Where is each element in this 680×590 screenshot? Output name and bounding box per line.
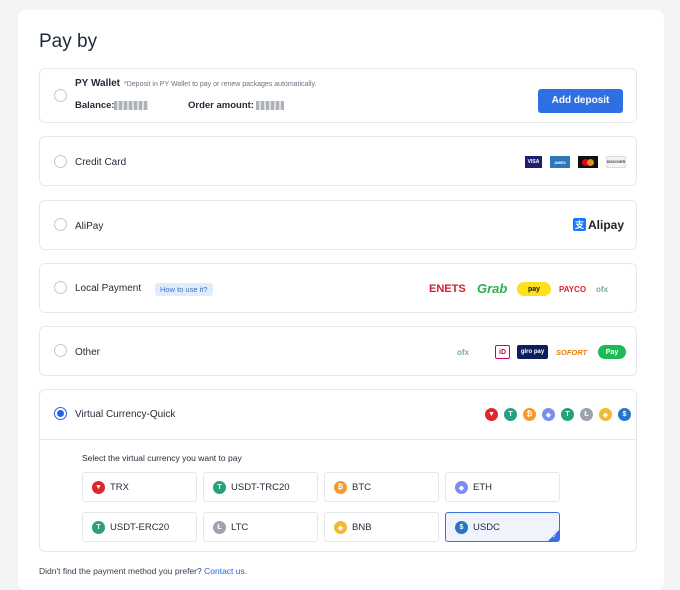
usdc-icon: $ [618, 408, 631, 421]
radio-local-payment[interactable] [54, 281, 67, 294]
wechat-pay-logo: Pay [598, 345, 626, 359]
radio-credit-card[interactable] [54, 155, 67, 168]
payco-logo: PAYCO [559, 284, 587, 294]
footer-note: Didn't find the payment method you prefe… [39, 566, 247, 576]
radio-alipay[interactable] [54, 218, 67, 231]
add-deposit-button[interactable]: Add deposit [538, 89, 623, 113]
ltc-icon: Ł [580, 408, 593, 421]
option-other[interactable]: Other ofx iD giro pay SOFORT Pay [39, 326, 637, 376]
coin-label: ETH [473, 482, 492, 493]
virtual-currency-hint: Select the virtual currency you want to … [82, 453, 242, 463]
coin-option-trx[interactable]: ▼ TRX [82, 472, 197, 502]
bnb-icon: ◆ [599, 408, 612, 421]
option-py-wallet[interactable]: PY Wallet *Deposit in PY Wallet to pay o… [39, 68, 637, 123]
coin-label: BTC [352, 482, 371, 493]
ofx-logo: ofx [596, 284, 608, 294]
option-virtual-currency[interactable]: Virtual Currency-Quick ▼ T ₿ ◆ T Ł ◆ $ S… [39, 389, 637, 552]
coin-label: USDT-ERC20 [110, 522, 170, 533]
usdt-icon: T [504, 408, 517, 421]
trx-icon: ▼ [485, 408, 498, 421]
usdt-icon: T [213, 481, 226, 494]
other-label: Other [75, 347, 101, 358]
coin-label: USDC [473, 522, 500, 533]
coin-label: TRX [110, 482, 129, 493]
check-icon: ✓ [551, 534, 557, 540]
wallet-note: *Deposit in PY Wallet to pay or renew pa… [124, 81, 317, 88]
radio-virtual-currency[interactable] [54, 407, 67, 420]
eth-icon: ◆ [542, 408, 555, 421]
ofx-logo: ofx [457, 348, 469, 357]
coin-option-usdc[interactable]: $ USDC ✓ [445, 512, 560, 542]
radio-other[interactable] [54, 344, 67, 357]
wallet-label: PY Wallet [75, 78, 121, 89]
coin-label: LTC [231, 522, 249, 533]
page-title: Pay by [39, 31, 98, 52]
local-payment-label: Local Payment [75, 283, 142, 294]
btc-icon: ₿ [523, 408, 536, 421]
coin-option-btc[interactable]: ₿ BTC [324, 472, 439, 502]
grab-logo: Grab [477, 281, 508, 296]
option-alipay[interactable]: AliPay 支 Alipay [39, 200, 637, 250]
credit-card-label: Credit Card [75, 157, 127, 168]
btc-icon: ₿ [334, 481, 347, 494]
usdc-icon: $ [455, 521, 468, 534]
coin-option-bnb[interactable]: ◆ BNB [324, 512, 439, 542]
how-to-use-link[interactable]: How to use it? [155, 283, 213, 296]
alipay-icon: 支 [573, 218, 586, 231]
balance-value-redacted [114, 101, 148, 110]
order-amount-label: Order amount: [188, 100, 254, 111]
discover-logo: DISCOVER [606, 156, 626, 168]
payment-card: Pay by PY Wallet *Deposit in PY Wallet t… [18, 10, 664, 590]
coin-option-eth[interactable]: ◆ ETH [445, 472, 560, 502]
coin-label: USDT-TRC20 [231, 482, 290, 493]
footer-text: Didn't find the payment method you prefe… [39, 566, 202, 576]
coin-option-usdt-trc20[interactable]: T USDT-TRC20 [203, 472, 318, 502]
section-divider [40, 439, 636, 440]
option-credit-card[interactable]: Credit Card VISA AMEX DISCOVER [39, 136, 637, 186]
paypay-logo: pay [517, 282, 551, 296]
coin-option-ltc[interactable]: Ł LTC [203, 512, 318, 542]
enets-logo: ENETS [429, 283, 466, 295]
giropay-logo: giro pay [517, 345, 548, 359]
bnb-icon: ◆ [334, 521, 347, 534]
contact-us-link[interactable]: Contact us. [204, 566, 247, 576]
mastercard-logo [578, 156, 598, 168]
balance-label: Balance: [75, 100, 115, 111]
trx-icon: ▼ [92, 481, 105, 494]
sofort-logo: SOFORT [556, 347, 588, 357]
alipay-label: AliPay [75, 221, 104, 232]
usdt-icon: T [561, 408, 574, 421]
ltc-icon: Ł [213, 521, 226, 534]
mastercard-orange-circle [587, 159, 594, 166]
radio-py-wallet[interactable] [54, 89, 67, 102]
coin-option-usdt-erc20[interactable]: T USDT-ERC20 [82, 512, 197, 542]
visa-logo: VISA [525, 156, 542, 168]
eth-icon: ◆ [455, 481, 468, 494]
alipay-logo-text: Alipay [588, 217, 625, 232]
ideal-logo: iD [495, 345, 510, 359]
option-local-payment[interactable]: Local Payment How to use it? ENETS Grab … [39, 263, 637, 313]
virtual-currency-label: Virtual Currency-Quick [75, 409, 176, 420]
order-amount-redacted [256, 101, 284, 110]
usdt-icon: T [92, 521, 105, 534]
coin-label: BNB [352, 522, 372, 533]
amex-logo: AMEX [550, 156, 570, 168]
